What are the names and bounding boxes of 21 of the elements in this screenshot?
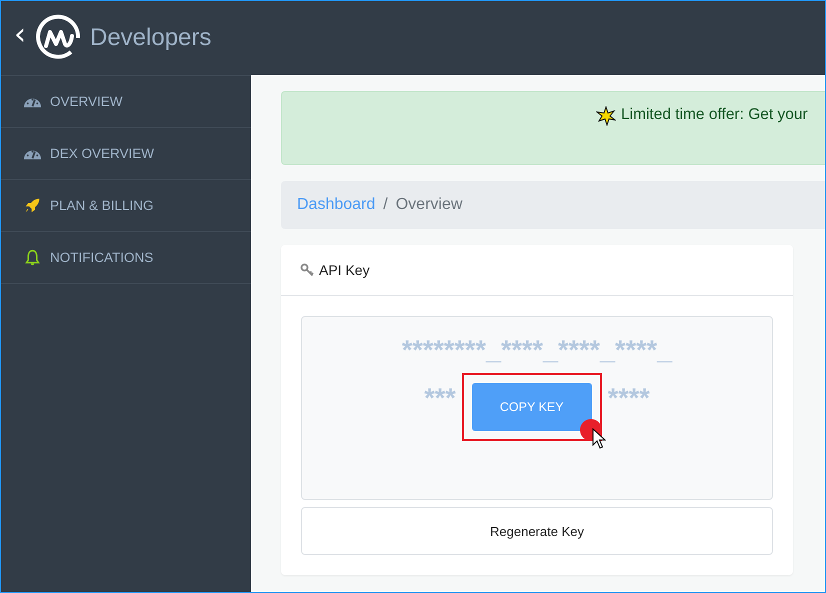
app-title: Developers [90, 24, 212, 52]
breadcrumb-separator: / [383, 196, 388, 214]
bell-icon [23, 249, 42, 266]
masked-key: *** [424, 381, 456, 415]
key-icon [300, 263, 314, 277]
back-button[interactable]: ‹ [14, 20, 26, 50]
cursor-icon [592, 428, 606, 450]
breadcrumb-current: Overview [396, 196, 462, 214]
sidebar-item[interactable]: NOTIFICATIONS [1, 232, 251, 284]
sidebar-item[interactable]: OVERVIEW [1, 76, 251, 128]
masked-key: ********_****_****_****_ [402, 333, 672, 367]
sidebar-item[interactable]: PLAN & BILLING [1, 180, 251, 232]
masked-key: **** [608, 381, 650, 415]
regenerate-key-button[interactable]: Regenerate Key [301, 507, 773, 555]
sidebar-item[interactable]: DEX OVERVIEW [1, 128, 251, 180]
logo-icon [34, 14, 82, 62]
card-title: API Key [319, 262, 370, 278]
sparkle-icon [596, 106, 616, 126]
copy-key-button[interactable]: COPY KEY [472, 383, 592, 431]
banner-text: Limited time offer: Get your [621, 106, 808, 124]
rocket-icon [23, 197, 42, 214]
